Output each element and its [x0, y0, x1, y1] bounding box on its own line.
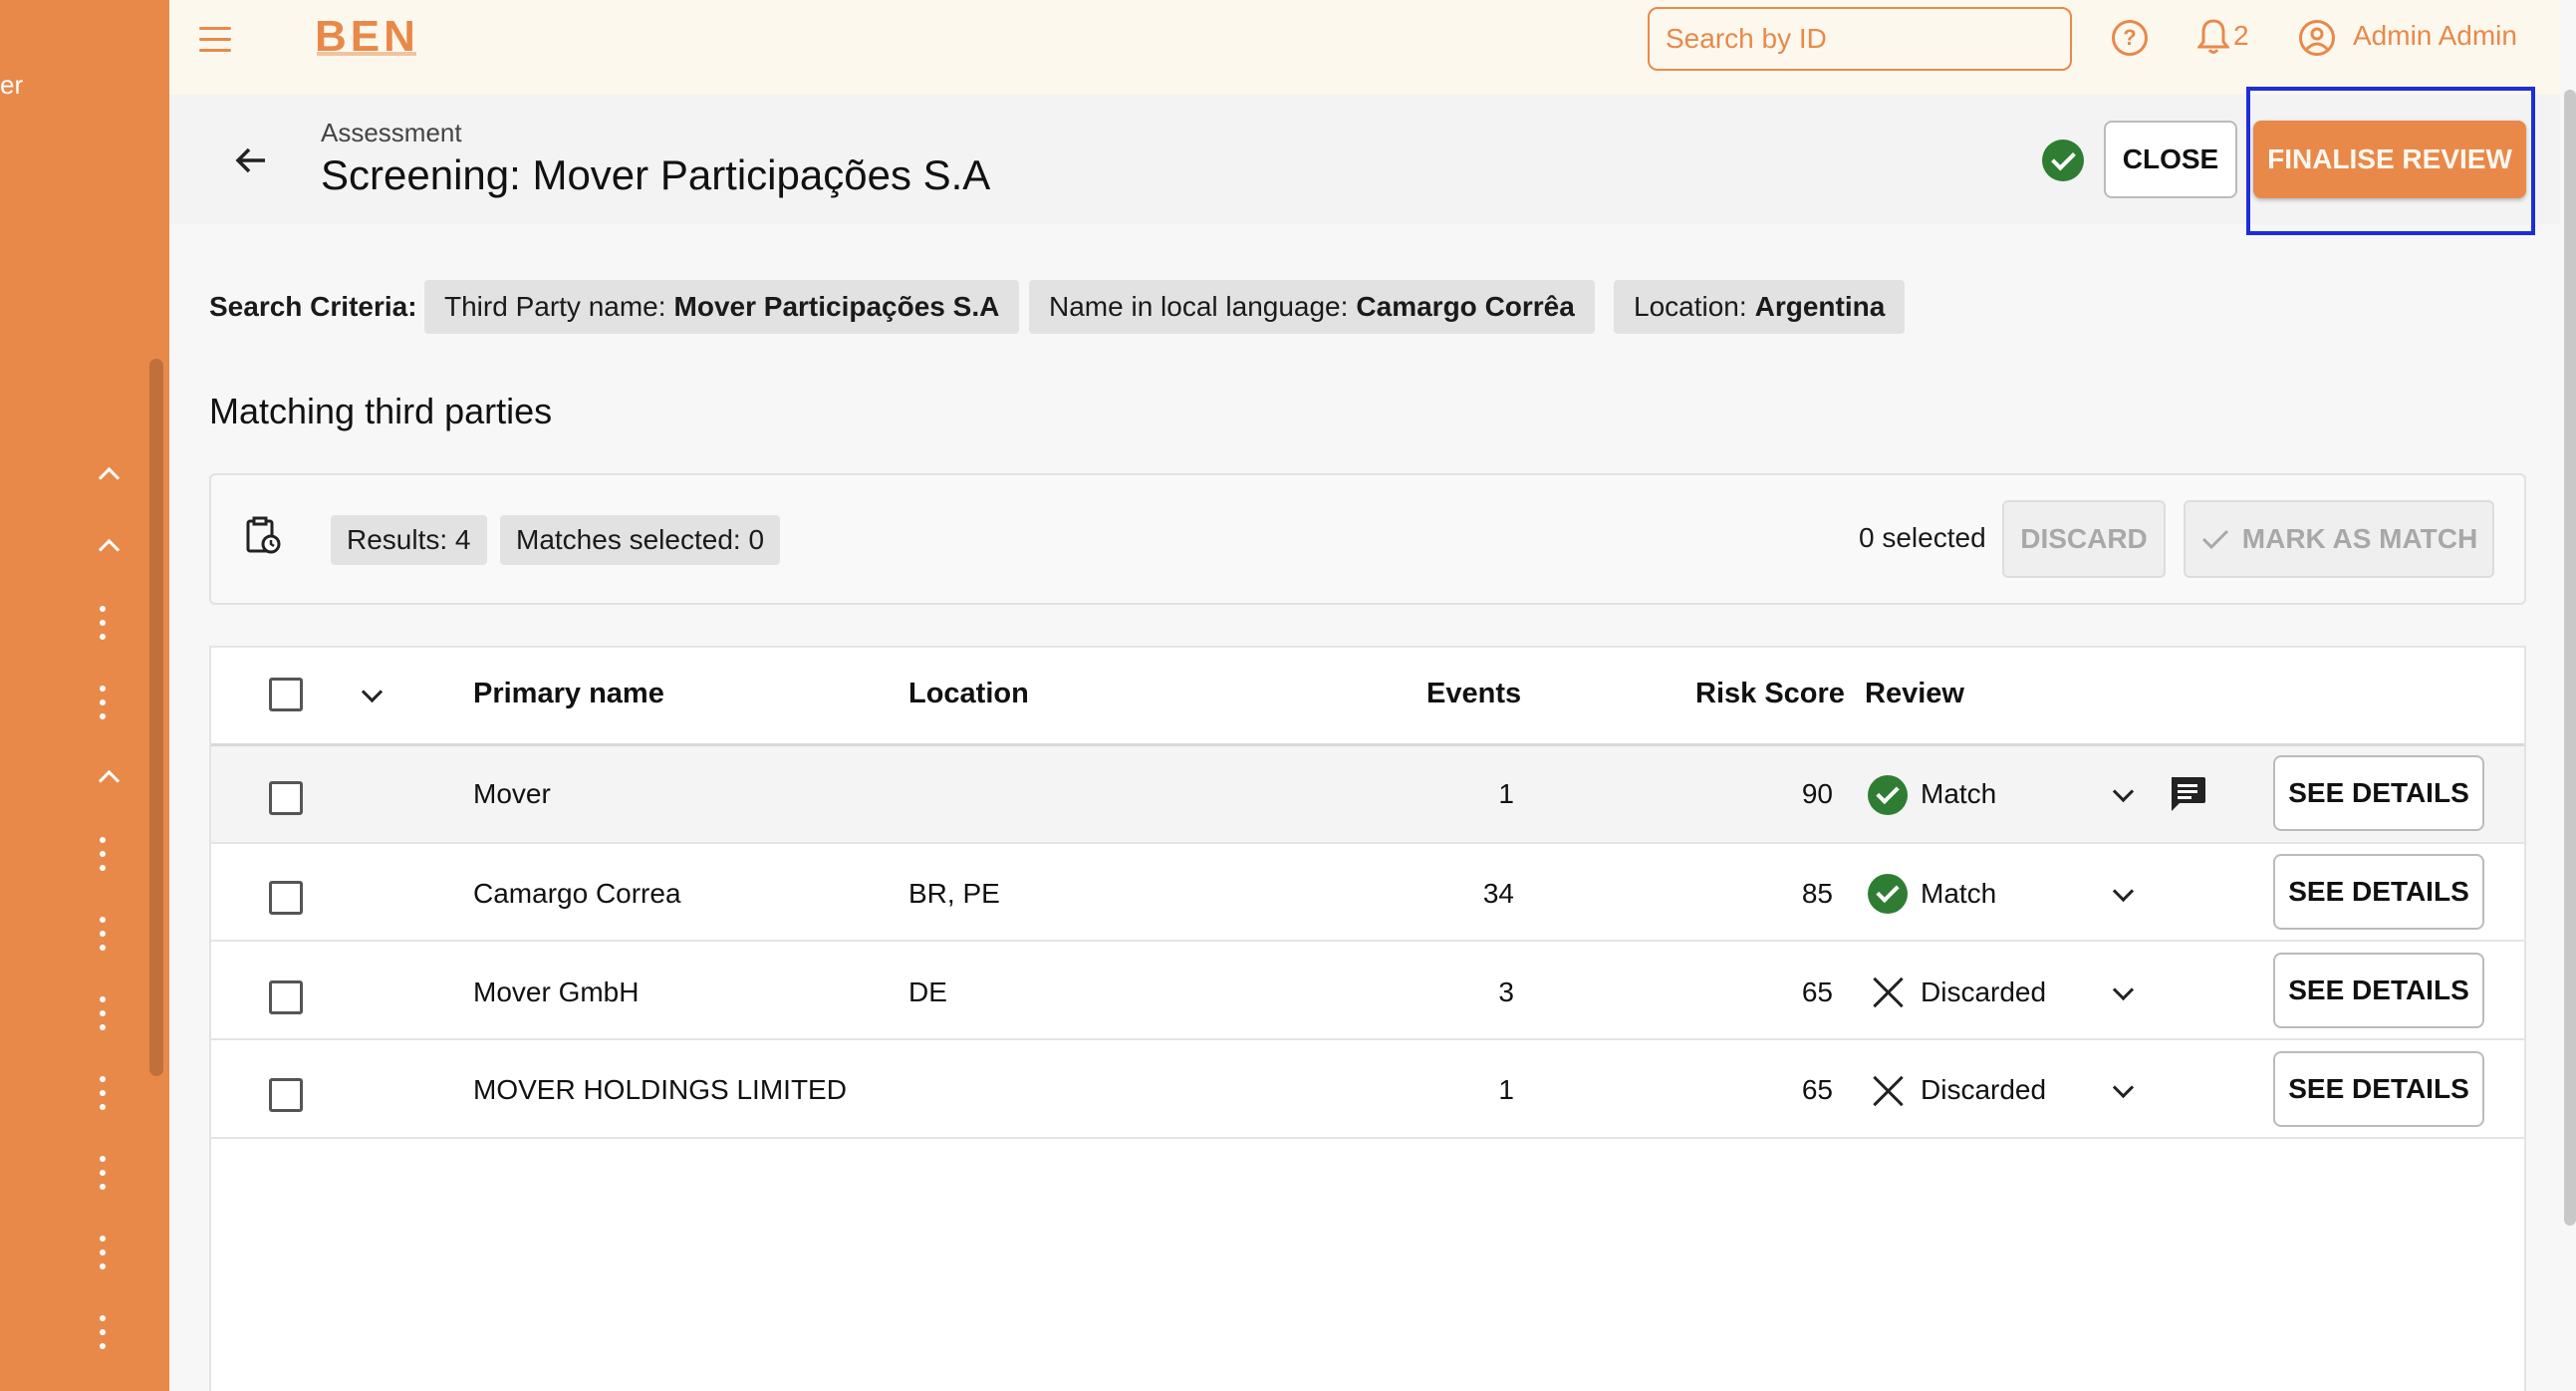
user-avatar-icon[interactable] — [2299, 20, 2335, 56]
see-details-button[interactable]: SEE DETAILS — [2273, 953, 2484, 1028]
search-by-id-input[interactable] — [1648, 7, 2072, 71]
row-events: 1 — [1498, 778, 1514, 809]
kebab-menu-icon[interactable] — [100, 686, 106, 719]
check-circle-icon — [2042, 139, 2084, 181]
match-check-icon — [1868, 775, 1908, 815]
row-risk-score: 65 — [1801, 1074, 1833, 1105]
criteria-chip-local-name: Name in local language: Camargo Corrêa — [1029, 280, 1595, 334]
discard-button[interactable]: DISCARD — [2002, 500, 2166, 578]
sidebar-scrollbar[interactable] — [149, 359, 163, 1076]
row-checkbox[interactable] — [269, 1078, 303, 1112]
kebab-menu-icon[interactable] — [100, 1076, 106, 1110]
help-icon[interactable]: ? — [2112, 20, 2148, 56]
sidebar-partial-label: er — [0, 70, 24, 100]
criteria-chip-third-party-name: Third Party name: Mover Participações S.A — [424, 280, 1020, 334]
row-primary-name: MOVER HOLDINGS LIMITED — [473, 1074, 847, 1105]
row-review-status: Match — [1921, 878, 1997, 909]
review-dropdown-icon[interactable] — [2111, 981, 2135, 1005]
row-checkbox[interactable] — [269, 980, 303, 1014]
row-risk-score: 85 — [1801, 878, 1833, 909]
discarded-x-icon — [1871, 1073, 1907, 1109]
kebab-menu-icon[interactable] — [100, 837, 106, 871]
kebab-menu-icon[interactable] — [100, 1315, 106, 1349]
row-events: 3 — [1498, 976, 1514, 1007]
row-risk-score: 65 — [1801, 976, 1833, 1007]
mark-as-match-label: MARK AS MATCH — [2241, 523, 2478, 554]
chevron-up-icon[interactable] — [96, 763, 120, 787]
row-primary-name: Camargo Correa — [473, 878, 681, 909]
kebab-menu-icon[interactable] — [100, 996, 106, 1030]
row-review-status: Discarded — [1921, 1074, 2047, 1105]
discarded-x-icon — [1871, 974, 1907, 1010]
row-checkbox[interactable] — [269, 881, 303, 915]
row-location: BR, PE — [908, 878, 1000, 909]
section-title: Matching third parties — [209, 391, 553, 431]
comment-icon[interactable] — [2168, 775, 2207, 813]
notification-count[interactable]: 2 — [2233, 20, 2249, 52]
bell-icon[interactable] — [2195, 18, 2231, 56]
match-check-icon — [1868, 874, 1908, 914]
chevron-up-icon[interactable] — [96, 532, 120, 556]
mark-as-match-button[interactable]: MARK AS MATCH — [2184, 500, 2494, 578]
row-checkbox[interactable] — [269, 781, 303, 815]
chevron-up-icon[interactable] — [96, 460, 120, 484]
review-dropdown-icon[interactable] — [2111, 783, 2135, 807]
row-events: 1 — [1498, 1074, 1514, 1105]
close-button[interactable]: CLOSE — [2104, 121, 2237, 198]
chevron-down-icon[interactable] — [360, 684, 384, 707]
row-primary-name: Mover GmbH — [473, 976, 640, 1007]
row-risk-score: 90 — [1801, 778, 1833, 809]
kebab-menu-icon[interactable] — [100, 1236, 106, 1269]
logo-tagline-decoration — [317, 52, 416, 56]
check-icon — [2201, 529, 2228, 550]
column-header-location[interactable]: Location — [908, 678, 1029, 710]
row-review-status: Match — [1921, 778, 1997, 809]
column-header-risk-score[interactable]: Risk Score — [1695, 678, 1845, 710]
results-count-chip: Results: 4 — [331, 515, 487, 565]
criteria-chip-location: Location: Argentina — [1614, 280, 1906, 334]
review-dropdown-icon[interactable] — [2111, 1079, 2135, 1103]
see-details-button[interactable]: SEE DETAILS — [2273, 755, 2484, 831]
hamburger-menu-icon[interactable] — [199, 27, 231, 53]
clipboard-clock-icon[interactable] — [245, 516, 281, 554]
kebab-menu-icon[interactable] — [100, 917, 106, 951]
selected-count: 0 selected — [1859, 522, 1986, 553]
matches-selected-chip: Matches selected: 0 — [500, 515, 781, 565]
kebab-menu-icon[interactable] — [100, 1156, 106, 1190]
search-criteria-label: Search Criteria: — [209, 291, 417, 322]
sidebar: er — [0, 0, 169, 1391]
row-primary-name: Mover — [473, 778, 551, 809]
row-location: DE — [908, 976, 947, 1007]
column-header-events[interactable]: Events — [1426, 678, 1521, 710]
breadcrumb: Assessment — [321, 118, 462, 147]
row-events: 34 — [1482, 878, 1514, 909]
select-all-checkbox[interactable] — [269, 678, 303, 711]
highlight-box — [2246, 87, 2535, 235]
column-header-primary-name[interactable]: Primary name — [473, 678, 664, 710]
see-details-button[interactable]: SEE DETAILS — [2273, 1051, 2484, 1127]
page-scrollbar[interactable] — [2564, 90, 2576, 1226]
see-details-button[interactable]: SEE DETAILS — [2273, 854, 2484, 930]
review-dropdown-icon[interactable] — [2111, 883, 2135, 907]
row-review-status: Discarded — [1921, 976, 2047, 1007]
user-name[interactable]: Admin Admin — [2353, 20, 2517, 52]
page-title: Screening: Mover Participações S.A — [321, 151, 991, 198]
column-header-review[interactable]: Review — [1865, 678, 1964, 710]
kebab-menu-icon[interactable] — [100, 606, 106, 640]
back-arrow-icon[interactable] — [233, 145, 269, 175]
